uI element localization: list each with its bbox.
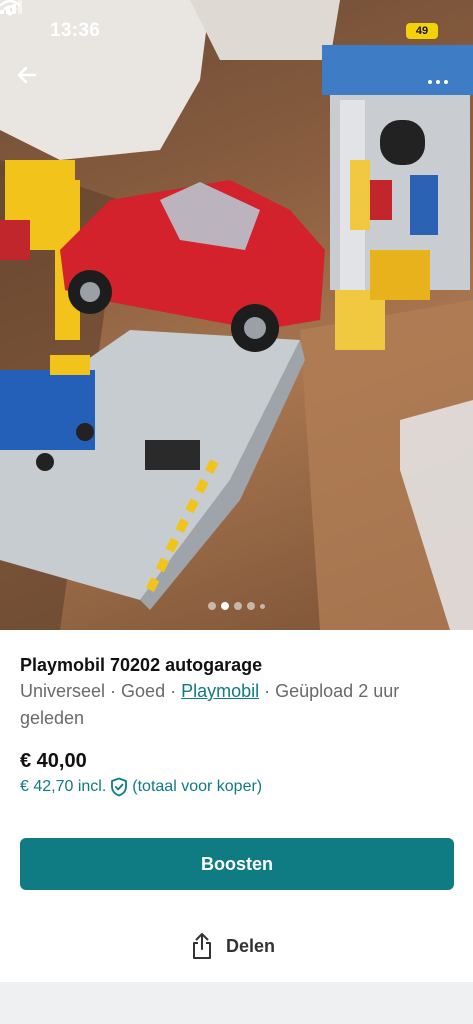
listing-size: Universeel — [20, 681, 106, 701]
arrow-left-icon — [17, 66, 37, 84]
share-button[interactable]: Delen — [190, 930, 275, 962]
brand-link[interactable]: Playmobil — [181, 681, 259, 701]
meta-separator: · — [105, 681, 122, 701]
status-time: 13:36 — [50, 20, 101, 41]
photo-illustration — [0, 0, 473, 630]
battery-indicator: 49 — [406, 23, 438, 39]
status-bar: 13:36 49 — [0, 0, 473, 62]
gallery-pagination[interactable] — [0, 600, 473, 612]
share-icon — [193, 933, 211, 959]
listing-photo[interactable]: 13:36 49 — [0, 0, 473, 630]
gallery-dot[interactable] — [260, 603, 265, 609]
back-button[interactable] — [16, 64, 50, 98]
listing-price: € 40,00 — [20, 750, 87, 772]
price-incl-note: (totaal voor koper) — [132, 778, 263, 795]
price-incl-amount: € 42,70 incl. — [20, 778, 107, 795]
gallery-dot[interactable] — [247, 602, 255, 610]
meta-separator: · — [259, 681, 276, 701]
shield-check-icon — [111, 777, 128, 797]
meta-separator: · — [165, 681, 182, 701]
share-label: Delen — [226, 935, 276, 956]
more-options-button[interactable] — [420, 70, 456, 94]
more-dots-icon — [428, 80, 432, 84]
listing-details: Playmobil 70202 autogarage Universeel · … — [20, 648, 460, 732]
wifi-icon — [0, 0, 20, 16]
boost-button[interactable]: Boosten — [20, 838, 454, 890]
gallery-dot[interactable] — [234, 602, 242, 610]
listing-meta: Universeel · Goed · Playmobil · Geüpload… — [20, 678, 460, 732]
more-dot — [436, 80, 440, 84]
gallery-dot[interactable] — [208, 602, 216, 610]
price-incl-protection[interactable]: € 42,70 incl. (totaal voor koper) — [20, 777, 262, 797]
bottom-bar — [0, 982, 473, 1024]
gallery-dot-active[interactable] — [221, 602, 229, 610]
listing-title: Playmobil 70202 autogarage — [20, 655, 263, 675]
listing-condition: Goed — [121, 681, 166, 701]
battery-level: 49 — [415, 25, 429, 37]
more-dot — [444, 80, 448, 84]
